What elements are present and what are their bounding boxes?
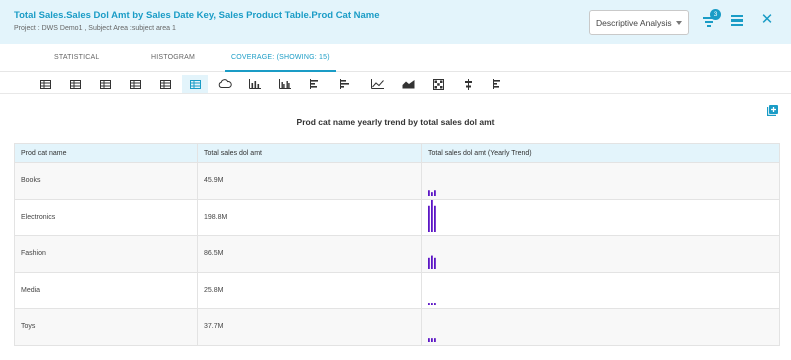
- horizontal-bar-button[interactable]: [332, 75, 358, 93]
- total-cell: 45.9M: [197, 162, 422, 200]
- column-header[interactable]: Total sales dol amt: [197, 143, 422, 163]
- trend-cell: [421, 198, 780, 236]
- table-view-button[interactable]: [122, 75, 148, 93]
- sparkline-bar: [431, 200, 433, 232]
- grouped-bar-icon: [279, 79, 291, 89]
- table-view-button[interactable]: [92, 75, 118, 93]
- total-cell: 198.8M: [197, 198, 422, 236]
- cloud-icon: [218, 79, 232, 88]
- table-icon: [129, 79, 141, 89]
- column-header[interactable]: Prod cat name: [14, 143, 198, 163]
- table-row: Books 45.9M: [14, 162, 780, 200]
- column-header[interactable]: Total sales dol amt (Yearly Trend): [421, 143, 780, 163]
- total-cell: 86.5M: [197, 235, 422, 273]
- horizontal-bar-button[interactable]: [302, 75, 328, 93]
- sparkline-bar: [428, 303, 430, 305]
- sparkline-bar: [434, 257, 436, 269]
- prod-cat-cell: Books: [14, 162, 198, 200]
- total-cell: 25.8M: [197, 271, 422, 309]
- dot-plot-button[interactable]: [455, 75, 481, 93]
- sparkline: [428, 189, 436, 196]
- word-cloud-button[interactable]: [212, 75, 238, 93]
- sparkline-bar: [434, 337, 436, 342]
- area-chart-button[interactable]: [395, 75, 421, 93]
- sparkline-bar: [428, 189, 430, 196]
- table-view-button[interactable]: [32, 75, 58, 93]
- sparkline: [428, 303, 436, 305]
- trend-cell: [421, 162, 780, 200]
- chart-type-toolbar: [0, 74, 791, 94]
- prod-cat-cell: Media: [14, 271, 198, 309]
- analysis-tabs: STATISTICAL HISTOGRAM COVERAGE: (SHOWING…: [0, 50, 791, 72]
- sparkline-bar: [428, 205, 430, 232]
- table-row: Fashion 86.5M: [14, 235, 780, 273]
- table-icon: [159, 79, 171, 89]
- sparkline-bar: [434, 189, 436, 196]
- table-row: Electronics 198.8M: [14, 198, 780, 236]
- table-trend-view-button[interactable]: [182, 75, 208, 93]
- table-row: Toys 37.7M: [14, 308, 780, 346]
- sparkline-bar: [428, 337, 430, 342]
- prod-cat-cell: Toys: [14, 308, 198, 346]
- tab-statistical[interactable]: STATISTICAL: [54, 54, 100, 72]
- total-cell: 37.7M: [197, 308, 422, 346]
- widget-header: Total Sales.Sales Dol Amt by Sales Date …: [0, 0, 791, 44]
- table-icon: [99, 79, 111, 89]
- table-row: Media 25.8M: [14, 271, 780, 309]
- sparkline-bar: [434, 303, 436, 305]
- horizontal-bar-icon: [492, 79, 500, 89]
- tab-coverage[interactable]: COVERAGE: (SHOWING: 15): [225, 54, 336, 72]
- bar-chart-button[interactable]: [242, 75, 268, 93]
- filter-count-badge: 3: [710, 9, 721, 20]
- trend-cell: [421, 271, 780, 309]
- line-chart-button[interactable]: [364, 75, 390, 93]
- chevron-down-icon: [676, 21, 682, 25]
- heatmap-button[interactable]: [425, 75, 451, 93]
- grouped-bar-button[interactable]: [272, 75, 298, 93]
- prod-cat-cell: Fashion: [14, 235, 198, 273]
- sparkline-bar: [434, 205, 436, 232]
- sparkline: [428, 200, 436, 232]
- add-widget-button[interactable]: [767, 103, 778, 116]
- sparkline-bar: [431, 255, 433, 269]
- analysis-type-value: Descriptive Analysis: [596, 17, 672, 28]
- close-button[interactable]: ✕: [760, 11, 774, 28]
- horizontal-bar-button[interactable]: [485, 75, 511, 93]
- widget-subtitle: Project : DWS Demo1 , Subject Area :subj…: [14, 25, 176, 32]
- sparkline-bar: [431, 337, 433, 342]
- sparkline-bar: [431, 191, 433, 196]
- table-trend-icon: [189, 79, 201, 89]
- horizontal-bar-icon: [309, 79, 318, 89]
- tab-histogram[interactable]: HISTOGRAM: [151, 54, 195, 72]
- sparkline: [428, 255, 436, 269]
- table-view-button[interactable]: [62, 75, 88, 93]
- sparkline: [428, 337, 436, 342]
- dot-plot-icon: [464, 78, 472, 90]
- table-view-button[interactable]: [152, 75, 178, 93]
- analysis-type-select[interactable]: Descriptive Analysis: [589, 10, 689, 35]
- trend-table: Prod cat name Total sales dol amt Total …: [14, 143, 780, 346]
- line-chart-icon: [370, 79, 384, 89]
- prod-cat-cell: Electronics: [14, 198, 198, 236]
- area-chart-icon: [402, 80, 414, 89]
- sparkline-bar: [431, 303, 433, 305]
- chart-title: Prod cat name yearly trend by total sale…: [296, 117, 495, 127]
- bar-chart-icon: [249, 79, 261, 89]
- widget-title: Total Sales.Sales Dol Amt by Sales Date …: [14, 10, 380, 21]
- list-view-button[interactable]: [731, 15, 743, 26]
- add-box-icon: [767, 105, 778, 116]
- heatmap-icon: [432, 78, 444, 90]
- table-icon: [39, 79, 51, 89]
- trend-cell: [421, 235, 780, 273]
- horizontal-bar-icon: [339, 79, 349, 89]
- sparkline-bar: [428, 257, 430, 269]
- table-icon: [69, 79, 81, 89]
- trend-cell: [421, 308, 780, 346]
- close-icon: ✕: [760, 11, 774, 28]
